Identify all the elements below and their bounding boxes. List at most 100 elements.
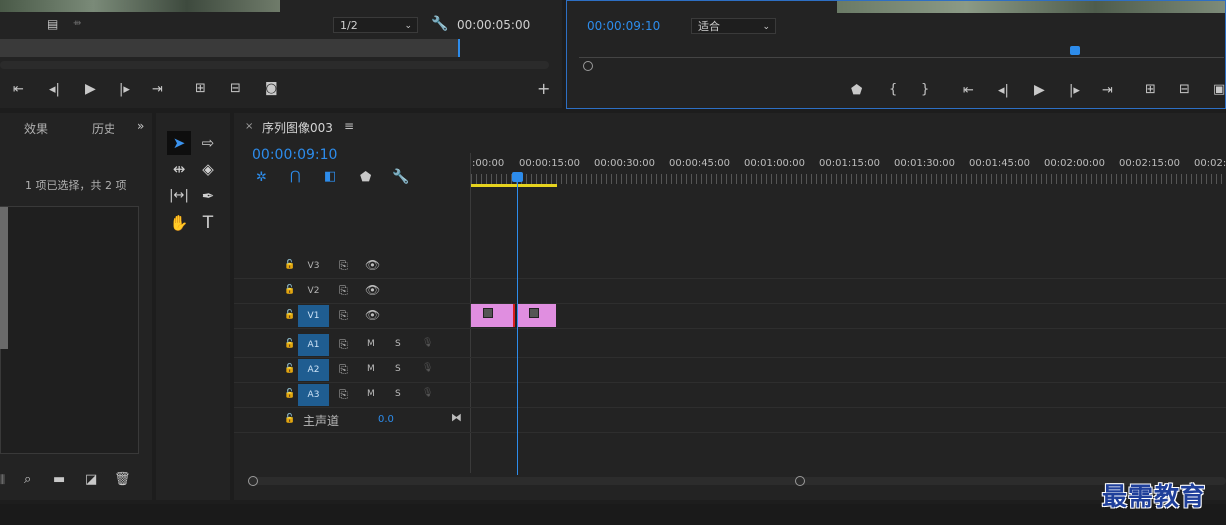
scroll-handle-right[interactable]: [795, 476, 805, 486]
new-item-icon[interactable]: ◪: [85, 473, 97, 486]
add-icon[interactable]: +: [537, 81, 550, 97]
solo-button[interactable]: S: [395, 389, 401, 399]
go-to-out-icon[interactable]: ⇥: [1102, 84, 1113, 97]
fit-dropdown[interactable]: 适合 ⌄: [691, 18, 776, 34]
tab-menu-icon[interactable]: ≡: [344, 119, 354, 133]
list-view-icon[interactable]: ⫼: [0, 474, 5, 485]
step-back-icon[interactable]: ◂|: [998, 84, 1009, 97]
ripple-edit-icon[interactable]: ⇹: [167, 157, 191, 181]
lock-icon[interactable]: 🔓: [284, 414, 295, 424]
toggle-sync-icon[interactable]: ⎘: [339, 259, 348, 273]
play-icon[interactable]: ▶: [1034, 83, 1045, 97]
program-scroll-handle[interactable]: [583, 61, 593, 71]
go-to-in-icon[interactable]: ⇤: [963, 84, 974, 97]
lock-icon[interactable]: 🔓: [284, 339, 295, 349]
track-label-a1[interactable]: A1: [298, 334, 329, 356]
mark-in-icon[interactable]: ⇤: [13, 83, 24, 96]
export-frame-icon[interactable]: ▣: [1213, 83, 1225, 96]
timeline-ruler-ticks[interactable]: [471, 174, 1226, 184]
program-playhead[interactable]: [1070, 46, 1080, 55]
lift-icon[interactable]: ⊞: [1145, 83, 1156, 96]
play-icon[interactable]: ▶: [85, 82, 96, 96]
mark-out-icon[interactable]: ⇥: [152, 83, 163, 96]
mute-button[interactable]: M: [367, 339, 375, 349]
linked-selection-icon[interactable]: ◧: [324, 170, 336, 183]
add-marker-icon[interactable]: ⬟: [360, 171, 371, 184]
nest-icon[interactable]: ✲: [256, 171, 267, 184]
close-icon[interactable]: ×: [245, 121, 253, 132]
source-scrollbar[interactable]: [0, 61, 549, 69]
solo-button[interactable]: S: [395, 364, 401, 374]
eye-icon[interactable]: 👁: [365, 308, 380, 322]
eye-icon[interactable]: 👁: [365, 258, 380, 272]
mic-icon[interactable]: 🎙: [422, 363, 433, 373]
mark-out-brace-icon[interactable]: }: [921, 83, 929, 96]
video-clip[interactable]: [471, 304, 515, 327]
extract-icon[interactable]: ⊟: [1179, 83, 1190, 96]
add-marker-icon[interactable]: ⬟: [851, 84, 862, 97]
sequence-tab[interactable]: 序列图像003: [262, 119, 333, 136]
camera-icon[interactable]: ◙: [265, 82, 278, 95]
folder-icon[interactable]: ▬: [53, 473, 65, 486]
safe-margins-icon[interactable]: ▤: [47, 18, 58, 30]
overwrite-icon[interactable]: ⊟: [230, 82, 241, 95]
lock-icon[interactable]: 🔓: [284, 310, 295, 320]
track-label-a2[interactable]: A2: [298, 359, 329, 381]
mark-in-brace-icon[interactable]: {: [889, 83, 897, 96]
search-icon[interactable]: ⌕: [24, 473, 31, 486]
text-tool-icon[interactable]: T: [196, 211, 220, 235]
sequence-timecode[interactable]: 00:00:09:10: [252, 147, 337, 163]
mic-icon[interactable]: 🎙: [422, 338, 433, 348]
step-forward-icon[interactable]: |▸: [119, 83, 130, 96]
eye-icon[interactable]: 👁: [365, 283, 380, 297]
toggle-sync-icon[interactable]: ⎘: [339, 388, 348, 402]
timeline-playhead-line[interactable]: [517, 182, 518, 475]
pen-icon[interactable]: ✒: [196, 184, 220, 208]
tab-effects[interactable]: 效果: [24, 120, 48, 137]
lock-icon[interactable]: 🔓: [284, 285, 295, 295]
source-playhead[interactable]: [458, 39, 460, 57]
wrench-icon[interactable]: 🔧: [431, 17, 448, 31]
solo-button[interactable]: S: [395, 339, 401, 349]
track-label-v2[interactable]: V2: [298, 280, 329, 302]
panel-overflow-icon[interactable]: »: [137, 120, 144, 132]
work-area-bar[interactable]: [471, 184, 557, 187]
slip-tool-icon[interactable]: |↔|: [167, 184, 191, 208]
track-label-v3[interactable]: V3: [298, 255, 329, 277]
timeline-settings-icon[interactable]: 🔧: [392, 170, 409, 184]
master-volume[interactable]: 0.0: [378, 414, 394, 425]
program-time-ruler[interactable]: [579, 47, 1224, 58]
selection-tool-icon[interactable]: ➤: [167, 131, 191, 155]
razor-icon[interactable]: ◈: [196, 157, 220, 181]
mute-button[interactable]: M: [367, 389, 375, 399]
hand-icon[interactable]: ✋: [167, 211, 191, 235]
timeline-playhead-head[interactable]: [512, 172, 523, 182]
project-bin-list[interactable]: [0, 206, 139, 454]
track-select-icon[interactable]: ⇨: [196, 131, 220, 155]
lock-icon[interactable]: 🔓: [284, 389, 295, 399]
tab-history[interactable]: 历史: [92, 120, 114, 137]
timeline-scrollbar[interactable]: [248, 477, 1226, 485]
step-forward-icon[interactable]: |▸: [1069, 84, 1080, 97]
mute-button[interactable]: M: [367, 364, 375, 374]
toggle-sync-icon[interactable]: ⎘: [339, 363, 348, 377]
lock-icon[interactable]: 🔓: [284, 364, 295, 374]
insert-icon[interactable]: ⊞: [195, 82, 206, 95]
snap-icon[interactable]: ⋂: [290, 170, 301, 183]
track-label-v1[interactable]: V1: [298, 305, 329, 327]
video-clip[interactable]: [517, 304, 556, 327]
toggle-sync-icon[interactable]: ⎘: [339, 338, 348, 352]
mic-icon[interactable]: 🎙: [422, 388, 433, 398]
lock-icon[interactable]: 🔓: [284, 260, 295, 270]
source-time-ruler[interactable]: [0, 39, 460, 57]
step-back-icon[interactable]: ◂|: [49, 83, 60, 96]
program-timecode[interactable]: 00:00:09:10: [587, 19, 660, 33]
trash-icon[interactable]: 🗑: [114, 473, 131, 486]
drag-video-icon[interactable]: ⇻: [73, 19, 81, 29]
toggle-sync-icon[interactable]: ⎘: [339, 284, 348, 298]
resolution-dropdown[interactable]: 1/2 ⌄: [333, 17, 418, 33]
track-label-a3[interactable]: A3: [298, 384, 329, 406]
fit-height-icon[interactable]: ⧓: [451, 411, 462, 424]
scroll-handle-left[interactable]: [248, 476, 258, 486]
toggle-sync-icon[interactable]: ⎘: [339, 309, 348, 323]
